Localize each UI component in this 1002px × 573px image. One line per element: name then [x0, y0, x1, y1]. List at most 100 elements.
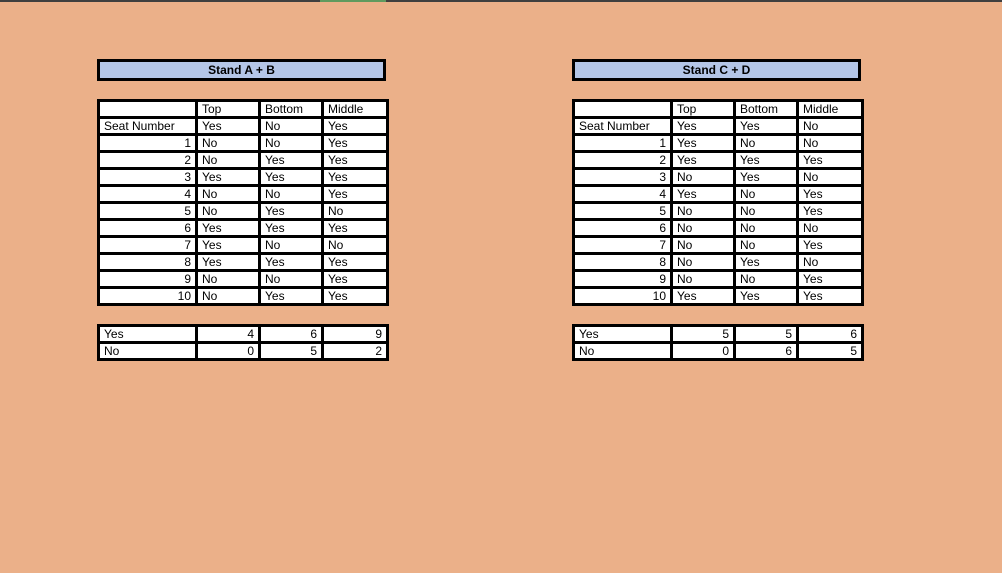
bottom-cell[interactable]: No — [258, 184, 324, 204]
middle-cell[interactable]: Yes — [796, 184, 864, 204]
bottom-cell[interactable]: No — [258, 133, 324, 153]
top-cell[interactable]: No — [195, 133, 261, 153]
top-cell[interactable]: Yes — [195, 235, 261, 255]
seat-cell[interactable]: 2 — [97, 150, 198, 170]
middle-cell[interactable]: Yes — [321, 150, 389, 170]
summary-bottom[interactable]: 5 — [258, 341, 324, 361]
middle-cell[interactable]: Yes — [321, 252, 389, 272]
summary-label[interactable]: No — [572, 341, 673, 361]
middle-cell[interactable]: Yes — [796, 235, 864, 255]
seat-number-bottom[interactable]: Yes — [733, 116, 799, 136]
seat-number-middle[interactable]: Yes — [321, 116, 389, 136]
seat-cell[interactable]: 7 — [97, 235, 198, 255]
seat-cell[interactable]: 8 — [572, 252, 673, 272]
summary-label[interactable]: No — [97, 341, 198, 361]
summary-top[interactable]: 4 — [195, 324, 261, 344]
header-bottom[interactable]: Bottom — [733, 99, 799, 119]
top-cell[interactable]: No — [670, 269, 736, 289]
top-cell[interactable]: No — [670, 201, 736, 221]
middle-cell[interactable]: No — [321, 201, 389, 221]
middle-cell[interactable]: No — [796, 252, 864, 272]
middle-cell[interactable]: Yes — [321, 133, 389, 153]
top-cell[interactable]: No — [195, 150, 261, 170]
top-cell[interactable]: No — [670, 252, 736, 272]
bottom-cell[interactable]: No — [733, 235, 799, 255]
top-cell[interactable]: No — [195, 286, 261, 306]
top-cell[interactable]: No — [195, 269, 261, 289]
seat-number-bottom[interactable]: No — [258, 116, 324, 136]
middle-cell[interactable]: Yes — [321, 218, 389, 238]
middle-cell[interactable]: Yes — [796, 286, 864, 306]
top-cell[interactable]: No — [670, 235, 736, 255]
summary-middle[interactable]: 5 — [796, 341, 864, 361]
middle-cell[interactable]: No — [796, 133, 864, 153]
summary-bottom[interactable]: 5 — [733, 324, 799, 344]
seat-number-top[interactable]: Yes — [195, 116, 261, 136]
bottom-cell[interactable]: Yes — [258, 150, 324, 170]
top-cell[interactable]: Yes — [670, 286, 736, 306]
middle-cell[interactable]: Yes — [321, 184, 389, 204]
seat-cell[interactable]: 1 — [572, 133, 673, 153]
middle-cell[interactable]: Yes — [321, 269, 389, 289]
seat-cell[interactable]: 1 — [97, 133, 198, 153]
top-cell[interactable]: Yes — [670, 133, 736, 153]
middle-cell[interactable]: Yes — [321, 286, 389, 306]
bottom-cell[interactable]: No — [733, 269, 799, 289]
middle-cell[interactable]: Yes — [796, 150, 864, 170]
summary-bottom[interactable]: 6 — [258, 324, 324, 344]
bottom-cell[interactable]: Yes — [258, 167, 324, 187]
bottom-cell[interactable]: No — [258, 235, 324, 255]
top-cell[interactable]: No — [670, 218, 736, 238]
bottom-cell[interactable]: No — [733, 218, 799, 238]
top-cell[interactable]: No — [195, 184, 261, 204]
seat-number-label[interactable]: Seat Number — [97, 116, 198, 136]
bottom-cell[interactable]: Yes — [258, 252, 324, 272]
summary-label[interactable]: Yes — [572, 324, 673, 344]
seat-cell[interactable]: 7 — [572, 235, 673, 255]
bottom-cell[interactable]: Yes — [258, 201, 324, 221]
seat-cell[interactable]: 9 — [572, 269, 673, 289]
summary-middle[interactable]: 9 — [321, 324, 389, 344]
header-middle[interactable]: Middle — [321, 99, 389, 119]
seat-cell[interactable]: 10 — [572, 286, 673, 306]
middle-cell[interactable]: No — [321, 235, 389, 255]
top-cell[interactable]: Yes — [195, 252, 261, 272]
seat-number-top[interactable]: Yes — [670, 116, 736, 136]
middle-cell[interactable]: Yes — [321, 167, 389, 187]
summary-top[interactable]: 0 — [670, 341, 736, 361]
header-blank-cell[interactable] — [97, 99, 198, 119]
summary-top[interactable]: 5 — [670, 324, 736, 344]
bottom-cell[interactable]: Yes — [733, 150, 799, 170]
seat-cell[interactable]: 10 — [97, 286, 198, 306]
bottom-cell[interactable]: No — [733, 133, 799, 153]
seat-cell[interactable]: 6 — [572, 218, 673, 238]
seat-cell[interactable]: 3 — [572, 167, 673, 187]
seat-cell[interactable]: 6 — [97, 218, 198, 238]
seat-cell[interactable]: 4 — [97, 184, 198, 204]
bottom-cell[interactable]: No — [258, 269, 324, 289]
summary-middle[interactable]: 2 — [321, 341, 389, 361]
summary-label[interactable]: Yes — [97, 324, 198, 344]
summary-middle[interactable]: 6 — [796, 324, 864, 344]
stand-title[interactable]: Stand C + D — [572, 59, 861, 81]
header-middle[interactable]: Middle — [796, 99, 864, 119]
bottom-cell[interactable]: Yes — [258, 218, 324, 238]
seat-cell[interactable]: 4 — [572, 184, 673, 204]
header-top[interactable]: Top — [670, 99, 736, 119]
seat-number-middle[interactable]: No — [796, 116, 864, 136]
bottom-cell[interactable]: Yes — [733, 252, 799, 272]
stand-title[interactable]: Stand A + B — [97, 59, 386, 81]
seat-cell[interactable]: 5 — [572, 201, 673, 221]
bottom-cell[interactable]: Yes — [733, 286, 799, 306]
summary-top[interactable]: 0 — [195, 341, 261, 361]
top-cell[interactable]: Yes — [195, 167, 261, 187]
bottom-cell[interactable]: No — [733, 201, 799, 221]
top-cell[interactable]: No — [195, 201, 261, 221]
top-cell[interactable]: Yes — [670, 150, 736, 170]
header-bottom[interactable]: Bottom — [258, 99, 324, 119]
bottom-cell[interactable]: Yes — [733, 167, 799, 187]
seat-cell[interactable]: 3 — [97, 167, 198, 187]
middle-cell[interactable]: Yes — [796, 201, 864, 221]
header-top[interactable]: Top — [195, 99, 261, 119]
seat-cell[interactable]: 5 — [97, 201, 198, 221]
